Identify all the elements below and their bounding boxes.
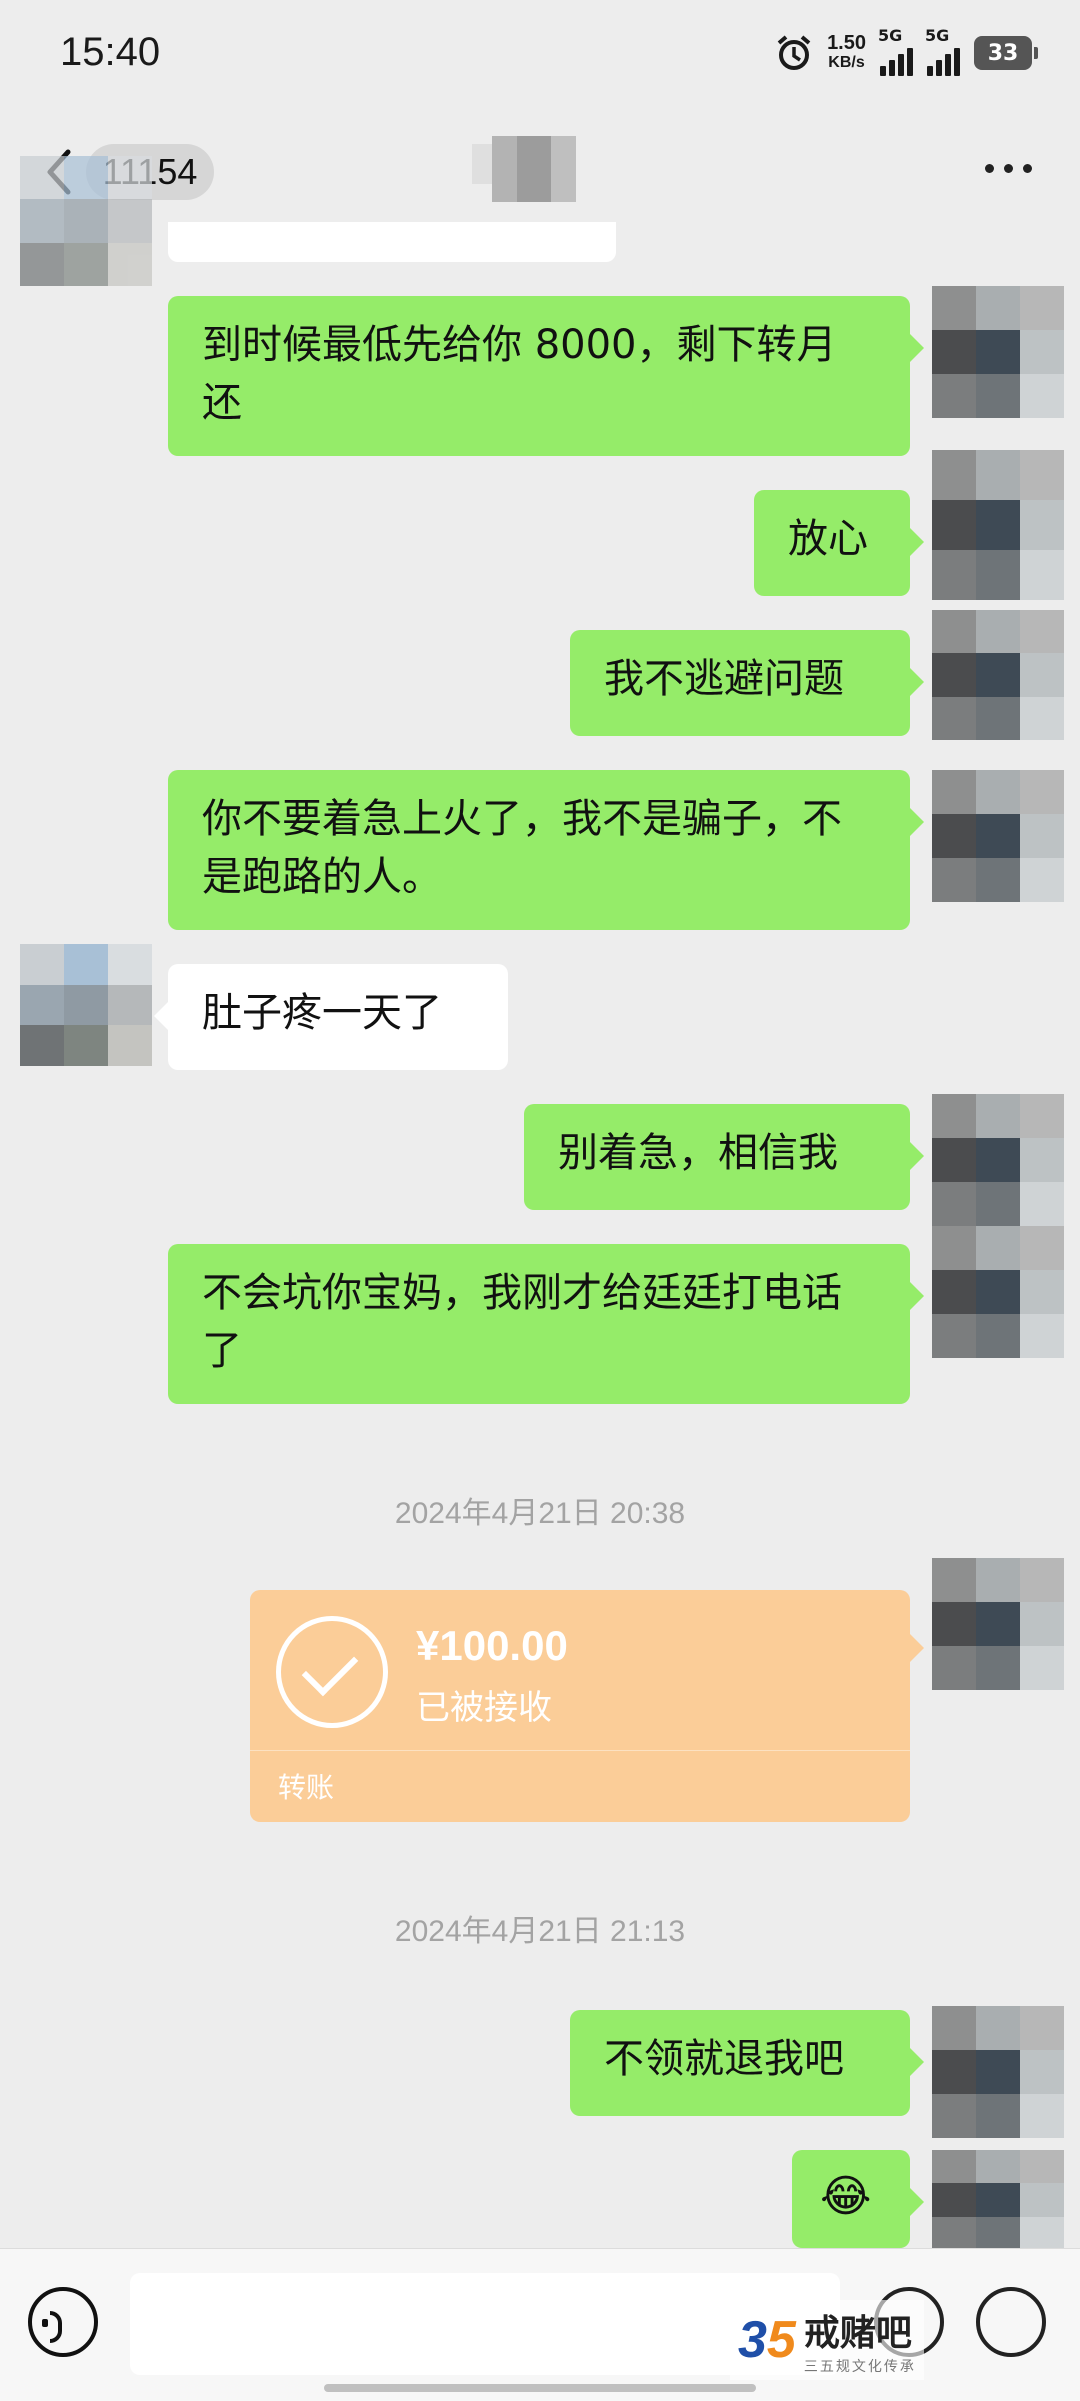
add-more-icon[interactable] <box>976 2287 1046 2357</box>
more-options-icon[interactable] <box>985 164 1032 173</box>
sent-message: 不会坑你宝妈，我刚才给廷廷打电话了 <box>168 1244 924 1404</box>
chat-title-blurred <box>472 136 576 202</box>
voice-input-icon[interactable] <box>28 2287 98 2357</box>
self-avatar[interactable] <box>932 1226 1064 1358</box>
alarm-icon <box>777 35 811 70</box>
watermark-logo: 35 <box>738 2311 796 2369</box>
sent-message-emoji: 😂 <box>792 2150 924 2248</box>
transfer-amount: ¥100.00 <box>416 1622 568 1669</box>
signal-icon: 5G <box>878 26 913 76</box>
message-timestamp: 2024年4月21日 21:13 <box>394 1915 686 1948</box>
watermark: 35 戒赌吧 三五规文化传承 <box>730 2300 924 2380</box>
self-avatar[interactable] <box>932 1094 1064 1226</box>
network-speed: 1.50 KB/s <box>827 32 866 71</box>
received-message: 肚子疼一天了 <box>154 964 508 1070</box>
sent-message: 别着急，相信我 <box>524 1104 924 1210</box>
self-avatar[interactable] <box>932 1558 1064 1690</box>
contact-avatar[interactable] <box>20 944 152 1066</box>
transfer-status: 已被接收 <box>416 1688 552 1728</box>
self-avatar[interactable] <box>932 770 1064 902</box>
check-icon <box>276 1616 388 1728</box>
status-time: 15:40 <box>60 30 161 74</box>
self-avatar[interactable] <box>932 2150 1064 2250</box>
contact-avatar[interactable] <box>20 156 152 286</box>
self-avatar[interactable] <box>932 2006 1064 2138</box>
sent-message: 不领就退我吧 <box>570 2010 924 2116</box>
sent-message: 你不要着急上火了，我不是骗子，不是跑路的人。 <box>168 770 924 930</box>
sent-message: 我不逃避问题 <box>570 630 924 736</box>
status-icons: 1.50 KB/s 5G 5G 33 <box>775 26 1038 76</box>
signal-icon: 5G <box>925 26 960 76</box>
message-bubble-partial <box>168 222 616 262</box>
transfer-divider <box>250 1750 910 1751</box>
self-avatar[interactable] <box>932 450 1064 600</box>
transfer-label: 转账 <box>278 1771 335 1804</box>
watermark-subtitle: 三五规文化传承 <box>803 2359 916 2375</box>
battery-icon: 33 <box>974 36 1038 70</box>
sent-message: 放心 <box>754 490 924 596</box>
sent-message: 到时候最低先给你 8000，剩下转月还 <box>168 296 924 456</box>
message-timestamp: 2024年4月21日 20:38 <box>394 1497 686 1530</box>
home-indicator[interactable] <box>324 2384 756 2392</box>
self-avatar[interactable] <box>932 610 1064 740</box>
transfer-card[interactable]: ¥100.00 已被接收 转账 <box>250 1590 924 1822</box>
watermark-name: 戒赌吧 <box>803 2313 912 2354</box>
self-avatar[interactable] <box>932 286 1064 418</box>
